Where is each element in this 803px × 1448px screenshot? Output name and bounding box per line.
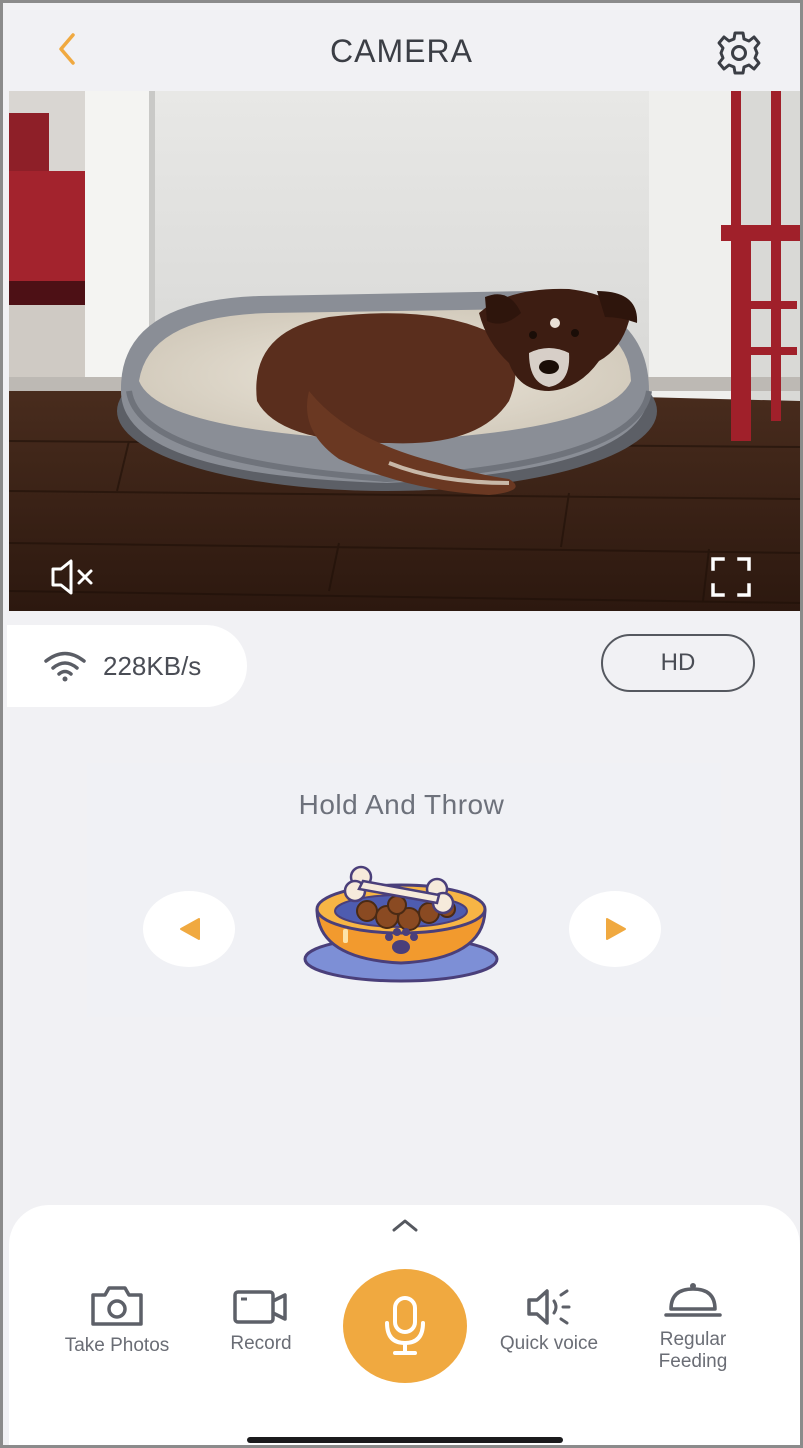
speaker-sound-icon: [527, 1289, 571, 1325]
chevron-up-icon: [392, 1219, 418, 1232]
camera-live-view[interactable]: [9, 91, 800, 611]
regular-feeding-label-line1: Regular: [659, 1329, 727, 1350]
network-speed-value: 228KB/s: [103, 651, 202, 681]
feed-bowl-button[interactable]: [301, 859, 501, 987]
record-button[interactable]: Record: [211, 1287, 311, 1355]
camera-icon: [91, 1286, 143, 1326]
feeding-instruction: Hold And Throw: [298, 789, 505, 820]
food-bowl-icon: [303, 865, 499, 983]
quick-voice-label: Quick voice: [499, 1333, 599, 1354]
regular-feeding-label-line2: Feeding: [658, 1351, 728, 1372]
network-speed-indicator: 228KB/s: [7, 625, 247, 707]
mute-button[interactable]: [47, 555, 103, 599]
video-camera-icon: [233, 1290, 287, 1324]
app-screen: CAMERA 228KB/s HD Hold And Throw Take Ph…: [0, 0, 803, 1448]
triangle-right-icon: [606, 918, 626, 940]
food-cloche-icon: [664, 1283, 722, 1317]
wifi-icon: [44, 651, 86, 682]
expand-sheet-button[interactable]: [388, 1215, 422, 1235]
microphone-icon: [385, 1296, 425, 1355]
fullscreen-button[interactable]: [707, 553, 755, 601]
take-photos-button[interactable]: Take Photos: [47, 1283, 187, 1357]
top-bar: CAMERA: [3, 3, 800, 91]
previous-button[interactable]: [143, 891, 235, 967]
page-title: CAMERA: [330, 33, 473, 69]
record-label: Record: [230, 1333, 292, 1354]
home-indicator[interactable]: [247, 1437, 563, 1443]
settings-button[interactable]: [713, 29, 765, 77]
regular-feeding-button[interactable]: Regular Feeding: [633, 1279, 753, 1373]
dog-in-bed-image: [9, 91, 800, 611]
take-photos-label: Take Photos: [64, 1335, 170, 1356]
gear-icon: [717, 31, 761, 75]
video-quality-button[interactable]: HD: [601, 634, 755, 692]
quick-voice-button[interactable]: Quick voice: [481, 1287, 617, 1355]
speaker-muted-icon: [51, 559, 93, 595]
triangle-left-icon: [180, 918, 200, 940]
fullscreen-icon: [711, 557, 751, 597]
next-button[interactable]: [569, 891, 661, 967]
talk-button[interactable]: [343, 1269, 467, 1383]
